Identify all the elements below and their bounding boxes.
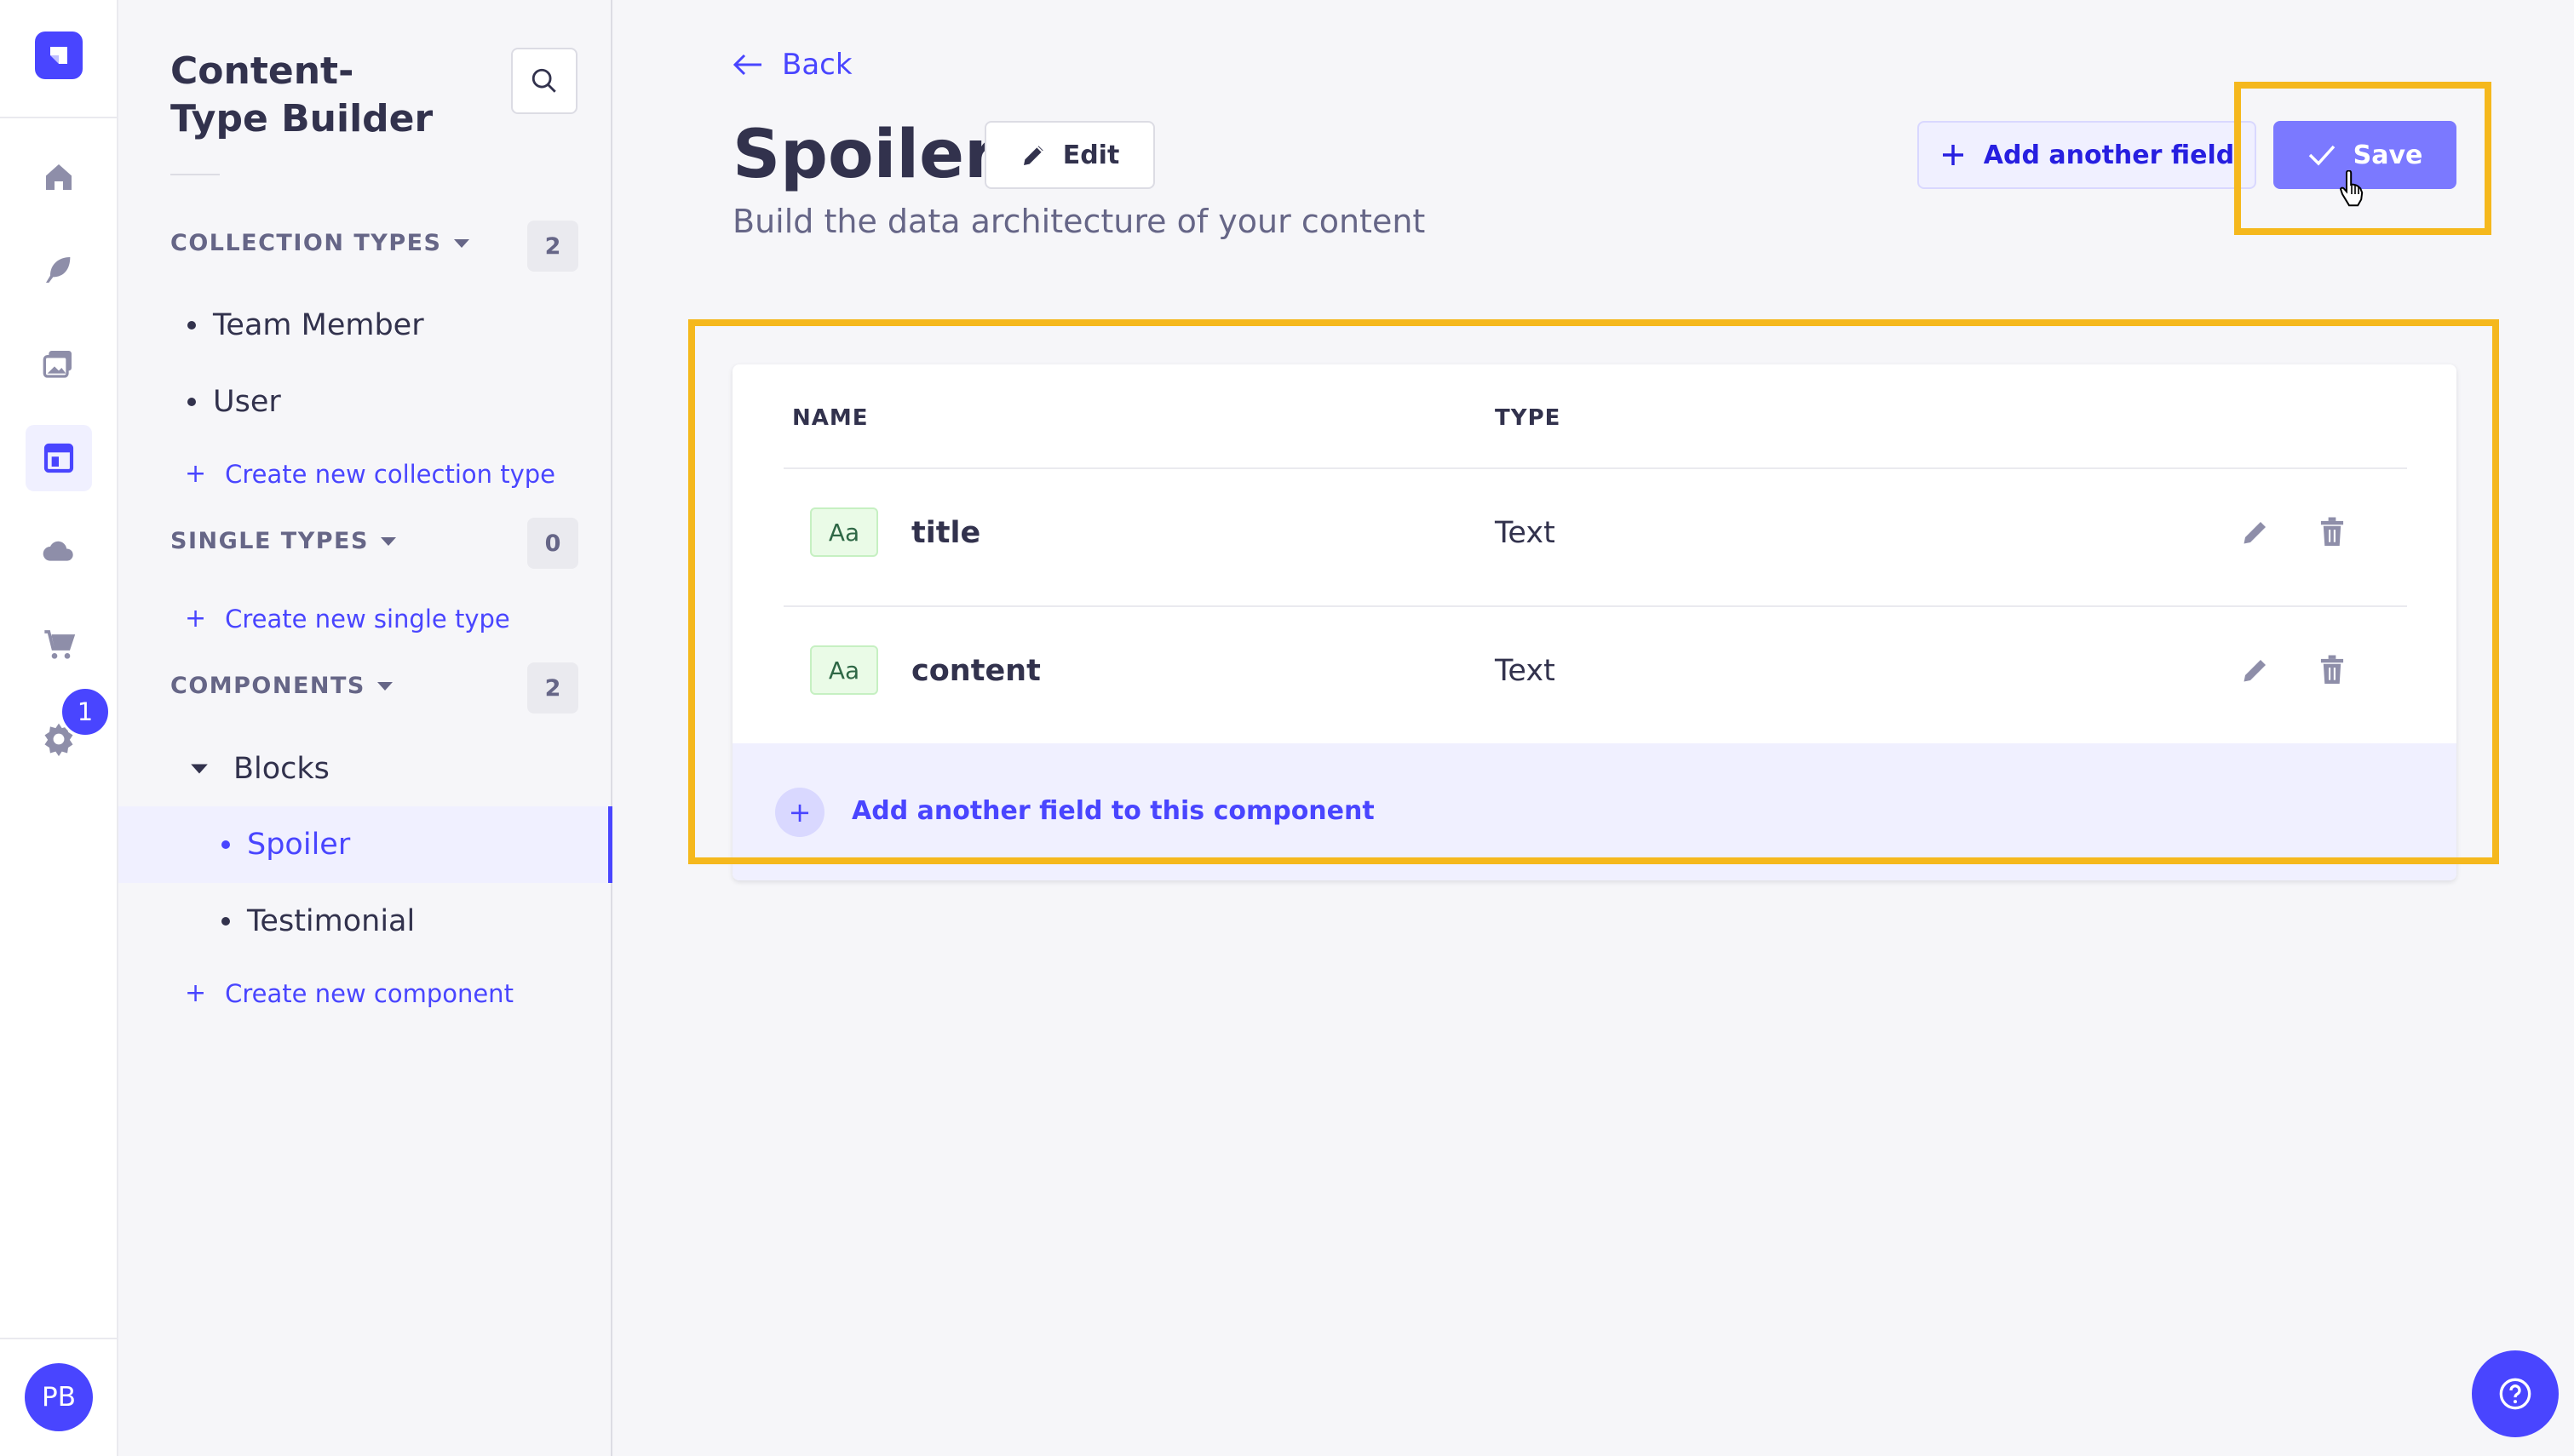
sidebar-item-user[interactable]: User bbox=[187, 385, 281, 419]
plus-icon: + bbox=[185, 459, 207, 489]
settings-badge: 1 bbox=[60, 686, 111, 737]
plus-icon: + bbox=[185, 604, 207, 633]
save-highlight-box bbox=[2234, 82, 2491, 235]
home-icon[interactable] bbox=[26, 144, 92, 210]
hand-pointer-cursor-icon bbox=[2338, 169, 2367, 211]
sidebar-item-spoiler[interactable]: Spoiler bbox=[221, 828, 350, 862]
help-button[interactable] bbox=[2472, 1350, 2559, 1437]
caret-down-icon bbox=[191, 764, 208, 774]
single-types-header[interactable]: SINGLE TYPES bbox=[170, 528, 398, 554]
collection-types-header[interactable]: COLLECTION TYPES bbox=[170, 230, 471, 256]
cart-icon[interactable] bbox=[26, 611, 92, 678]
sidebar-item-label: Spoiler bbox=[247, 828, 351, 862]
plus-icon bbox=[1942, 145, 1963, 165]
create-single-type-label: Create new single type bbox=[225, 604, 510, 633]
main-nav-rail: 1 PB bbox=[0, 0, 118, 1456]
caret-down-icon bbox=[380, 536, 396, 546]
category-blocks[interactable]: Blocks bbox=[189, 752, 330, 786]
sidebar-item-label: User bbox=[213, 385, 281, 419]
create-component-label: Create new component bbox=[225, 978, 514, 1008]
content-type-builder-nav: Content-Type Builder COLLECTION TYPES 2 … bbox=[118, 0, 612, 1456]
create-component-link[interactable]: + Create new component bbox=[185, 978, 514, 1008]
collection-types-count: 2 bbox=[527, 221, 578, 272]
content-type-builder-icon[interactable] bbox=[26, 425, 92, 491]
category-label: Blocks bbox=[233, 752, 330, 786]
page-title: Spoiler bbox=[733, 117, 997, 193]
pencil-icon bbox=[1023, 146, 1043, 165]
components-header[interactable]: COMPONENTS bbox=[170, 673, 394, 699]
page-subtitle: Build the data architecture of your cont… bbox=[733, 203, 1426, 240]
caret-down-icon bbox=[376, 681, 393, 691]
bullet bbox=[187, 398, 196, 406]
sidebar-item-team-member[interactable]: Team Member bbox=[187, 308, 424, 342]
create-single-type-link[interactable]: + Create new single type bbox=[185, 604, 510, 633]
strapi-logo[interactable] bbox=[35, 32, 83, 79]
edit-label: Edit bbox=[1062, 140, 1120, 170]
subnav-title: Content-Type Builder bbox=[170, 49, 434, 140]
media-library-icon[interactable] bbox=[26, 330, 92, 397]
plus-icon: + bbox=[185, 978, 207, 1008]
bullet bbox=[187, 321, 196, 330]
subnav-divider bbox=[170, 174, 220, 175]
single-types-count: 0 bbox=[527, 518, 578, 569]
caret-down-icon bbox=[453, 238, 469, 248]
sidebar-item-testimonial[interactable]: Testimonial bbox=[221, 904, 415, 938]
question-icon bbox=[2499, 1378, 2531, 1410]
create-collection-type-link[interactable]: + Create new collection type bbox=[185, 459, 555, 489]
back-label: Back bbox=[782, 48, 853, 82]
feather-icon[interactable] bbox=[26, 237, 92, 303]
arrow-left-icon bbox=[733, 54, 761, 76]
single-types-label: SINGLE TYPES bbox=[170, 528, 369, 554]
collection-types-label: COLLECTION TYPES bbox=[170, 230, 442, 256]
add-another-field-button[interactable]: Add another field bbox=[1917, 121, 2256, 189]
add-field-label: Add another field bbox=[1983, 140, 2235, 170]
search-button[interactable] bbox=[511, 48, 577, 114]
bullet bbox=[221, 840, 230, 849]
active-item-highlight bbox=[118, 806, 612, 883]
components-count: 2 bbox=[527, 662, 578, 714]
rail-divider bbox=[0, 117, 118, 118]
search-icon bbox=[531, 68, 556, 93]
back-link[interactable]: Back bbox=[733, 48, 853, 82]
sidebar-item-label: Team Member bbox=[213, 308, 424, 342]
rail-divider bbox=[0, 1338, 118, 1339]
create-collection-type-label: Create new collection type bbox=[225, 459, 556, 489]
edit-button[interactable]: Edit bbox=[985, 121, 1155, 189]
bullet bbox=[221, 917, 230, 926]
table-highlight-box bbox=[688, 319, 2499, 864]
avatar[interactable]: PB bbox=[25, 1363, 93, 1431]
cloud-icon[interactable] bbox=[26, 518, 92, 584]
components-label: COMPONENTS bbox=[170, 673, 365, 699]
sidebar-item-label: Testimonial bbox=[247, 904, 416, 938]
